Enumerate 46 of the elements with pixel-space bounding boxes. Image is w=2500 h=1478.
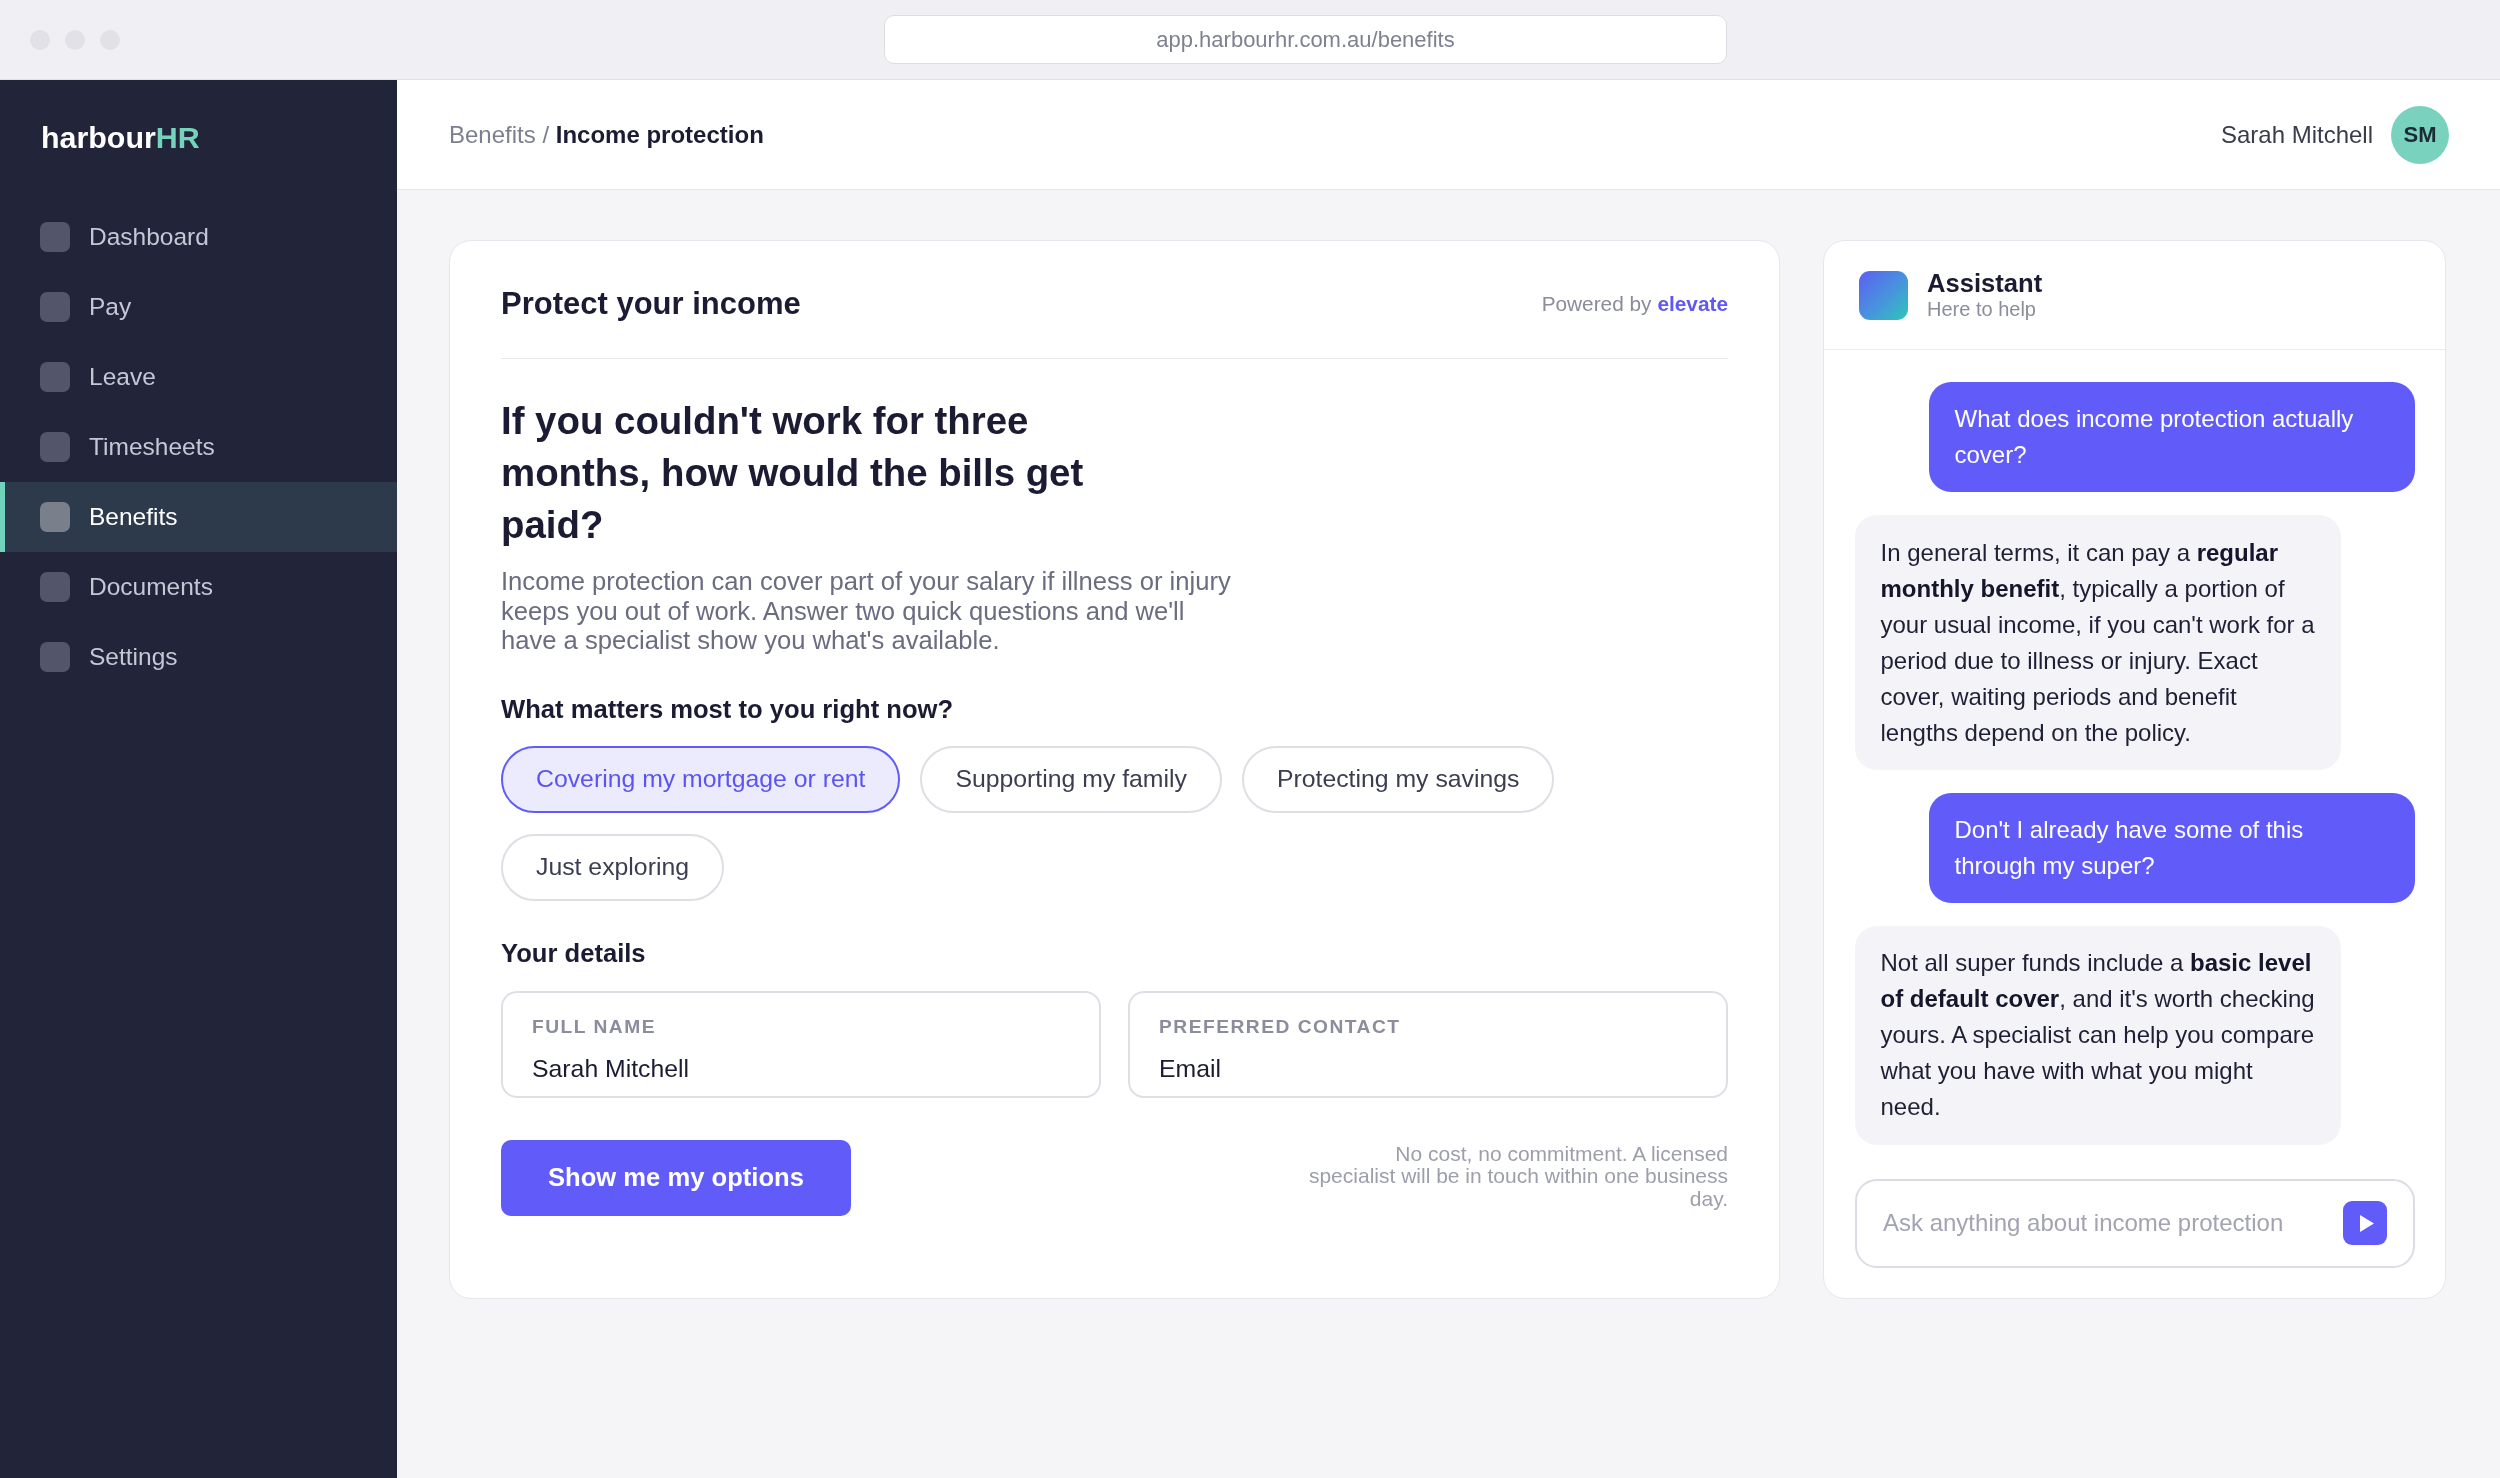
option-chip[interactable]: Covering my mortgage or rent [501,745,901,813]
card-title: Protect your income [501,285,801,323]
square-icon [40,362,70,392]
nav-item[interactable]: Pay [0,272,397,342]
assistant-title: Assistant [1927,269,2043,298]
app-logo: harbourHR [41,118,200,156]
user-avatar[interactable]: SM [2391,105,2449,164]
square-icon [40,502,70,532]
square-icon [40,432,70,462]
square-icon [40,222,70,252]
user-message: What does income protection actually cover? [1929,382,2415,493]
square-icon [40,572,70,602]
field-label: FULL NAME [532,1014,656,1038]
option-chip[interactable]: Supporting my family [920,745,1222,813]
question-label: What matters most to you right now? [501,693,955,724]
option-chip[interactable]: Protecting my savings [1241,745,1555,813]
nav-item[interactable]: Timesheets [0,412,397,482]
nav-item[interactable]: Documents [0,552,397,622]
submit-button[interactable]: Show me my options [501,1139,851,1216]
play-icon [2359,1214,2374,1232]
assistant-message: In general terms, it can pay a regular monthly benefit, typically a portion of your usual income, if you can't work for a period due to illness or injury. Exact cover, waiting periods and benefit lengths depend on the policy. [1855,515,2341,770]
intro-text: Income protection can cover part of your salary if illness or injury keeps you out of work. Answer two quick questions and we'll have a specialist show you what's available. [501,567,1232,656]
nav-item[interactable]: Settings [0,622,397,692]
option-chip[interactable]: Just exploring [501,833,724,901]
send-button[interactable] [2343,1201,2387,1245]
assistant-message: Not all super funds include a basic level of default cover, and it's worth checking yours. A specialist can help you compare what you have with what you might need. [1855,926,2341,1145]
section-title: Your details [501,937,647,968]
gradient-tile-icon [1859,270,1908,320]
user-name: Sarah Mitchell [2220,120,2373,149]
breadcrumb-link[interactable]: Benefits [449,120,536,149]
headline: If you couldn't work for three months, how would the bills get paid? [501,398,1085,548]
square-icon [40,642,70,672]
nav-item[interactable]: Benefits [0,482,397,552]
powered-by-label: Powered by [1541,292,1652,316]
breadcrumb-current: Income protection [555,120,764,149]
nav-item[interactable]: Leave [0,342,397,412]
chat-input-field[interactable]: Ask anything about income protection [1855,1178,2415,1268]
address-bar[interactable]: app.harbourhr.com.au/benefits [884,15,1727,64]
square-icon [40,292,70,322]
disclaimer-text: No cost, no commitment. A licensed specialist will be in touch within one business day. [1307,1142,1728,1210]
breadcrumb-separator: / [542,120,550,149]
nav-item[interactable]: Dashboard [0,202,397,272]
partner-brand: elevate [1657,292,1728,316]
assistant-subtitle: Here to help [1927,298,2037,321]
user-message: Don't I already have some of this through my super? [1929,792,2415,904]
field-label: PREFERRED CONTACT [1159,1014,1401,1038]
